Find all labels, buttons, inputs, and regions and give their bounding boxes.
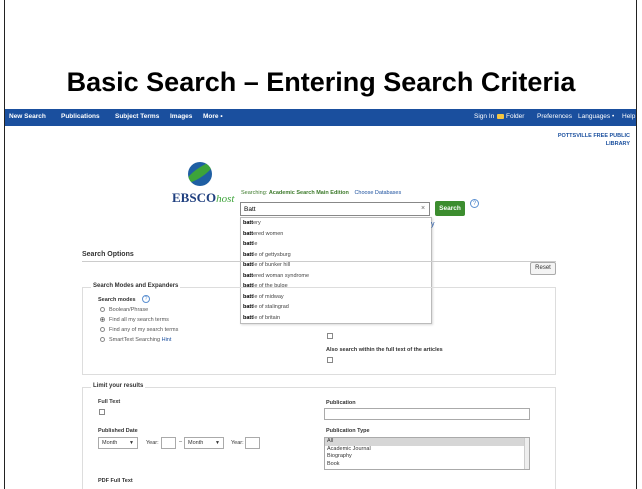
radio-icon[interactable] bbox=[100, 307, 105, 313]
suggestion-item[interactable]: battle of gettysburg bbox=[241, 250, 431, 261]
top-nav-bar: New Search Publications Subject Terms Im… bbox=[5, 109, 636, 126]
month-from-select[interactable]: Month ▼ bbox=[98, 437, 138, 449]
search-options-title[interactable]: Search Options bbox=[82, 251, 134, 258]
suggestion-item[interactable]: battered woman syndrome bbox=[241, 271, 431, 282]
ebsco-logo-icon bbox=[188, 162, 212, 186]
date-dash: – bbox=[179, 439, 183, 445]
suggestion-item[interactable]: battle bbox=[241, 239, 431, 250]
divider bbox=[82, 261, 556, 262]
nav-preferences[interactable]: Preferences bbox=[537, 113, 572, 120]
nav-subject-terms[interactable]: Subject Terms bbox=[115, 113, 159, 120]
chevron-down-icon: ▼ bbox=[215, 440, 220, 446]
publication-type-listbox[interactable]: All Academic Journal Biography Book bbox=[324, 437, 530, 470]
expander-checkbox[interactable] bbox=[327, 333, 333, 339]
slide-title: Basic Search – Entering Search Criteria bbox=[66, 67, 576, 97]
full-text-checkbox[interactable] bbox=[99, 409, 105, 415]
nav-sign-in[interactable]: Sign In bbox=[474, 113, 494, 120]
searching-label: Searching: bbox=[241, 190, 268, 196]
partially-hidden-link[interactable]: y bbox=[431, 221, 435, 228]
full-text-label: Full Text bbox=[98, 399, 121, 405]
hint-link[interactable]: Hint bbox=[162, 337, 172, 343]
database-name: Academic Search Main Edition bbox=[268, 190, 349, 196]
ebsco-logo: EBSCOhost bbox=[172, 190, 234, 206]
help-icon[interactable]: ? bbox=[470, 199, 479, 208]
nav-help[interactable]: Help bbox=[622, 113, 635, 120]
year-to-input[interactable] bbox=[245, 437, 260, 449]
logo-suffix: host bbox=[216, 193, 235, 205]
listbox-option[interactable]: Biography bbox=[325, 453, 529, 461]
modes-help-icon[interactable]: ? bbox=[142, 295, 150, 303]
library-name-line1: POTTSVILLE FREE PUBLIC bbox=[557, 133, 630, 139]
listbox-option[interactable]: Book bbox=[325, 461, 529, 469]
nav-publications[interactable]: Publications bbox=[61, 113, 100, 120]
nav-languages[interactable]: Languages • bbox=[578, 113, 614, 120]
year-to-label: Year: bbox=[231, 440, 244, 446]
library-name-line2: LIBRARY bbox=[605, 141, 630, 147]
limits-title: Limit your results bbox=[91, 383, 146, 389]
mode-find-all[interactable]: Find all my search terms bbox=[100, 317, 169, 323]
nav-images[interactable]: Images bbox=[170, 113, 192, 120]
suggestion-item[interactable]: battered women bbox=[241, 229, 431, 240]
full-text-expander-label: Also search within the full text of the … bbox=[326, 347, 443, 353]
listbox-option[interactable]: All bbox=[325, 438, 529, 446]
searching-line: Searching: Academic Search Main Edition … bbox=[241, 190, 401, 196]
year-from-label: Year: bbox=[146, 440, 159, 446]
month-to-select[interactable]: Month ▼ bbox=[184, 437, 224, 449]
full-text-expander-checkbox[interactable] bbox=[327, 357, 333, 363]
mode-find-any[interactable]: Find any of my search terms bbox=[100, 327, 178, 333]
nav-new-search[interactable]: New Search bbox=[9, 113, 46, 120]
nav-folder-label: Folder bbox=[506, 113, 525, 120]
suggestion-item[interactable]: battery bbox=[241, 218, 431, 229]
publication-label: Publication bbox=[326, 400, 356, 406]
publication-type-label: Publication Type bbox=[326, 428, 370, 434]
choose-databases-link[interactable]: Choose Databases bbox=[354, 190, 401, 196]
folder-icon bbox=[497, 113, 504, 119]
nav-folder[interactable]: Folder bbox=[497, 113, 524, 120]
radio-icon[interactable] bbox=[100, 337, 105, 343]
radio-selected-icon[interactable] bbox=[100, 317, 105, 323]
chevron-down-icon: ▼ bbox=[129, 440, 134, 446]
scrollbar[interactable] bbox=[524, 438, 529, 469]
search-modes-title: Search Modes and Expanders bbox=[91, 283, 181, 289]
clear-icon[interactable]: × bbox=[421, 205, 425, 212]
logo-main: EBSCO bbox=[172, 190, 217, 205]
radio-icon[interactable] bbox=[100, 327, 105, 333]
year-from-input[interactable] bbox=[161, 437, 176, 449]
mode-boolean[interactable]: Boolean/Phrase bbox=[100, 307, 148, 313]
listbox-option[interactable]: Academic Journal bbox=[325, 446, 529, 454]
publication-input[interactable] bbox=[324, 408, 530, 420]
reset-button[interactable]: Reset bbox=[530, 262, 556, 275]
published-date-label: Published Date bbox=[98, 428, 138, 434]
mode-smarttext[interactable]: SmartText Searching Hint bbox=[100, 337, 171, 343]
pdf-full-text-label: PDF Full Text bbox=[98, 478, 133, 484]
search-modes-label: Search modes bbox=[98, 297, 136, 303]
nav-more[interactable]: More • bbox=[203, 113, 223, 120]
search-button[interactable]: Search bbox=[435, 201, 465, 216]
search-input[interactable]: Batt bbox=[240, 202, 430, 216]
library-name: POTTSVILLE FREE PUBLIC LIBRARY bbox=[558, 132, 630, 148]
